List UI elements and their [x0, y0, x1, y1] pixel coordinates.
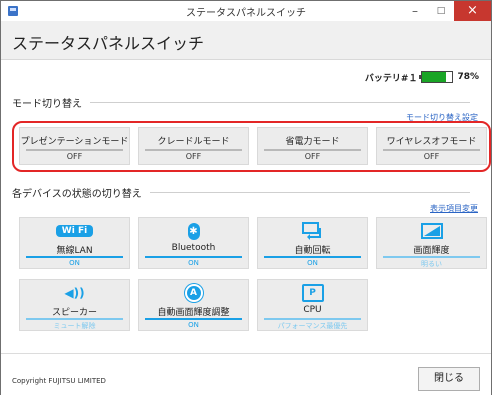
power-saving-mode-button[interactable]: 省電力モード OFF — [257, 127, 368, 165]
battery-status: バッテリ#１ 78% — [365, 70, 479, 84]
auto-brightness-icon: A — [186, 286, 201, 300]
mode-section-heading: モード切り替え — [12, 95, 470, 110]
mode-label: 省電力モード — [285, 137, 340, 147]
display-items-link[interactable]: 表示項目変更 — [430, 203, 478, 214]
device-value: ON — [69, 259, 80, 267]
wireless-lan-button[interactable]: Wi Fi 無線LAN ON — [19, 217, 130, 269]
battery-label: バッテリ#１ — [364, 73, 418, 84]
battery-icon — [419, 71, 454, 83]
cpu-icon: P — [301, 284, 324, 302]
device-section-heading: 各デバイスの状態の切り替え — [12, 185, 470, 200]
auto-brightness-button[interactable]: A 自動画面輝度調整 ON — [138, 279, 249, 331]
speaker-icon: ◀)) — [64, 286, 85, 300]
device-section-title: 各デバイスの状態の切り替え — [12, 189, 142, 200]
device-value: ON — [188, 259, 199, 267]
title-bar: ステータスパネルスイッチ – □ × — [1, 1, 491, 21]
copyright-text: Copyright FUJITSU LIMITED — [12, 377, 106, 385]
device-value: ミュート解除 — [53, 322, 96, 330]
close-window-button[interactable]: × — [454, 1, 491, 21]
mode-value: OFF — [423, 152, 440, 161]
mode-label: クレードルモード — [157, 137, 230, 147]
battery-percent: 78% — [457, 72, 479, 82]
device-value: ON — [307, 259, 318, 267]
auto-rotate-button[interactable]: 自動回転 ON — [257, 217, 368, 269]
mode-value: OFF — [304, 152, 321, 161]
device-label: Bluetooth — [171, 243, 216, 253]
minimize-button[interactable]: – — [402, 1, 428, 21]
close-button[interactable]: 閉じる — [418, 367, 480, 391]
app-header: ステータスパネルスイッチ — [1, 21, 491, 60]
footer: Copyright FUJITSU LIMITED 閉じる — [1, 353, 491, 395]
device-label: スピーカー — [51, 308, 97, 318]
mode-label: ワイヤレスオフモード — [386, 137, 477, 147]
mode-value: OFF — [185, 152, 202, 161]
device-label: 画面輝度 — [413, 246, 450, 256]
wireless-off-mode-button[interactable]: ワイヤレスオフモード OFF — [376, 127, 487, 165]
battery-level-fill — [422, 72, 446, 82]
mode-section-title: モード切り替え — [12, 99, 82, 110]
device-label: CPU — [303, 305, 322, 315]
maximize-button[interactable]: □ — [428, 1, 454, 21]
presentation-mode-button[interactable]: プレゼンテーションモード OFF — [19, 127, 130, 165]
auto-rotate-icon — [301, 222, 321, 240]
device-value: ON — [188, 321, 199, 329]
bluetooth-icon: ✱ — [187, 222, 200, 240]
device-value: 明るい — [421, 260, 442, 268]
device-label: 無線LAN — [56, 246, 93, 256]
device-value: パフォーマンス最優先 — [277, 322, 348, 330]
cpu-button[interactable]: P CPU パフォーマンス最優先 — [257, 279, 368, 331]
bluetooth-button[interactable]: ✱ Bluetooth ON — [138, 217, 249, 269]
screen-brightness-button[interactable]: 画面輝度 明るい — [376, 217, 487, 269]
mode-value: OFF — [66, 152, 83, 161]
wifi-icon: Wi Fi — [55, 225, 94, 237]
cradle-mode-button[interactable]: クレードルモード OFF — [138, 127, 249, 165]
status-panel-window: ステータスパネルスイッチ – □ × ステータスパネルスイッチ バッテリ#１ 7… — [0, 0, 492, 395]
device-label: 自動画面輝度調整 — [157, 308, 230, 318]
device-label: 自動回転 — [294, 246, 331, 256]
brightness-icon — [420, 223, 443, 239]
page-title: ステータスパネルスイッチ — [12, 34, 205, 53]
speaker-button[interactable]: ◀)) スピーカー ミュート解除 — [19, 279, 130, 331]
mode-label: プレゼンテーションモード — [20, 137, 129, 147]
